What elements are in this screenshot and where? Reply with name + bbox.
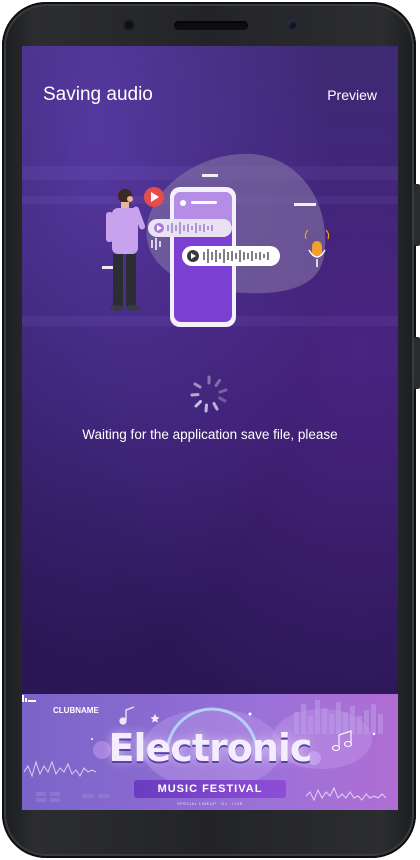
saving-status-message: Waiting for the application save file, p…: [82, 427, 338, 442]
ad-fine-print: SPECIAL LINEUP · DJ · LIVE: [177, 801, 243, 806]
ad-headline: Electronic: [108, 726, 313, 770]
club-logo-icon: [22, 695, 36, 702]
page-title: Saving audio: [43, 84, 153, 105]
earpiece-speaker: [174, 21, 248, 30]
loading-spinner-icon: [190, 375, 228, 413]
club-name: CLUBNAME: [53, 706, 99, 715]
voice-recording-illustration: [102, 153, 330, 327]
phone-frame: Saving audio Preview Waiting for the app…: [2, 2, 420, 858]
preview-button[interactable]: Preview: [327, 87, 377, 103]
ad-subheadline: MUSIC FESTIVAL: [157, 783, 263, 795]
volume-button: [414, 184, 420, 246]
proximity-sensor: [123, 19, 135, 31]
app-screen: Saving audio Preview Waiting for the app…: [22, 46, 398, 810]
power-button: [414, 337, 420, 389]
ad-banner[interactable]: CLUBNAME Electronic MUSIC FESTIVAL SPECI…: [22, 694, 398, 810]
front-camera: [286, 19, 298, 31]
